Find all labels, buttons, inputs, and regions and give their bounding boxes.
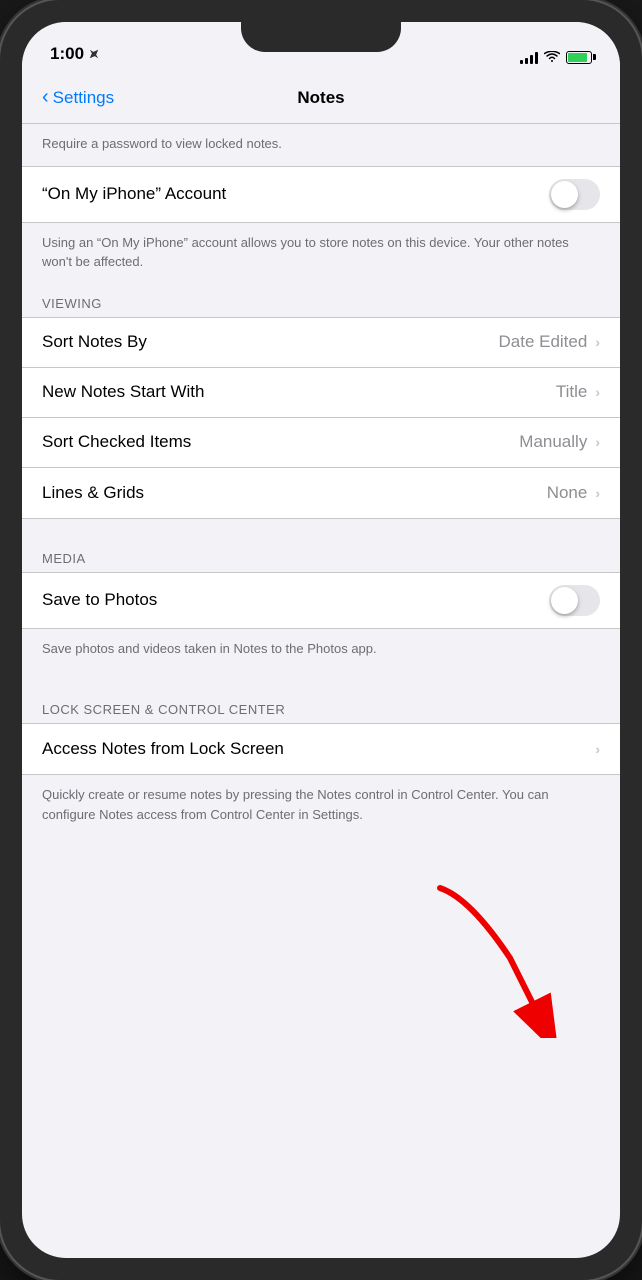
phone-frame: 1:00 (0, 0, 642, 1280)
save-to-photos-label: Save to Photos (42, 590, 549, 610)
back-label: Settings (53, 88, 114, 108)
lines-grids-label: Lines & Grids (42, 483, 547, 503)
location-icon (88, 48, 100, 60)
toggle-knob (551, 181, 578, 208)
access-notes-lock-screen-chevron: › (595, 741, 600, 757)
lock-screen-group: Access Notes from Lock Screen › (22, 723, 620, 775)
on-my-iphone-description: Using an “On My iPhone” account allows y… (22, 223, 620, 284)
save-to-photos-description: Save photos and videos taken in Notes to… (22, 629, 620, 671)
back-button[interactable]: ‹ Settings (42, 88, 114, 108)
status-icons (520, 50, 592, 64)
top-description: Require a password to view locked notes. (22, 124, 620, 166)
lock-screen-header: LOCK SCREEN & CONTROL CENTER (22, 690, 620, 723)
sort-checked-items-row[interactable]: Sort Checked Items Manually › (22, 418, 620, 468)
lock-screen-description: Quickly create or resume notes by pressi… (22, 775, 620, 836)
battery-fill (568, 53, 587, 62)
on-my-iphone-label: “On My iPhone” Account (42, 184, 549, 204)
save-to-photos-row: Save to Photos (22, 573, 620, 628)
new-notes-start-with-row[interactable]: New Notes Start With Title › (22, 368, 620, 418)
access-notes-lock-screen-label: Access Notes from Lock Screen (42, 739, 595, 759)
sort-notes-by-label: Sort Notes By (42, 332, 498, 352)
nav-bar: ‹ Settings Notes (22, 72, 620, 124)
on-my-iphone-group: “On My iPhone” Account (22, 166, 620, 223)
signal-bars-icon (520, 50, 538, 64)
sort-notes-by-value: Date Edited (498, 332, 587, 352)
battery-icon (566, 51, 592, 64)
page-title: Notes (297, 88, 344, 108)
phone-screen: 1:00 (22, 22, 620, 1258)
viewing-group: Sort Notes By Date Edited › New Notes St… (22, 317, 620, 519)
notch (241, 22, 401, 52)
viewing-header: VIEWING (22, 284, 620, 317)
wifi-icon (544, 51, 560, 63)
time-label: 1:00 (50, 44, 84, 64)
status-time: 1:00 (50, 44, 100, 64)
save-to-photos-toggle[interactable] (549, 585, 600, 616)
content-area: Require a password to view locked notes.… (22, 124, 620, 1258)
sort-checked-items-value: Manually (519, 432, 587, 452)
sort-checked-items-label: Sort Checked Items (42, 432, 519, 452)
access-notes-lock-screen-row[interactable]: Access Notes from Lock Screen › (22, 724, 620, 774)
sort-notes-by-row[interactable]: Sort Notes By Date Edited › (22, 318, 620, 368)
save-to-photos-toggle-knob (551, 587, 578, 614)
sort-checked-items-chevron: › (595, 434, 600, 450)
save-to-photos-group: Save to Photos (22, 572, 620, 629)
new-notes-start-with-value: Title (556, 382, 588, 402)
new-notes-start-with-label: New Notes Start With (42, 382, 556, 402)
on-my-iphone-row: “On My iPhone” Account (22, 167, 620, 222)
lines-grids-row[interactable]: Lines & Grids None › (22, 468, 620, 518)
lines-grids-value: None (547, 483, 588, 503)
sort-notes-by-chevron: › (595, 334, 600, 350)
back-chevron-icon: ‹ (42, 87, 49, 107)
new-notes-start-with-chevron: › (595, 384, 600, 400)
on-my-iphone-toggle[interactable] (549, 179, 600, 210)
lines-grids-chevron: › (595, 485, 600, 501)
media-header: MEDIA (22, 539, 620, 572)
